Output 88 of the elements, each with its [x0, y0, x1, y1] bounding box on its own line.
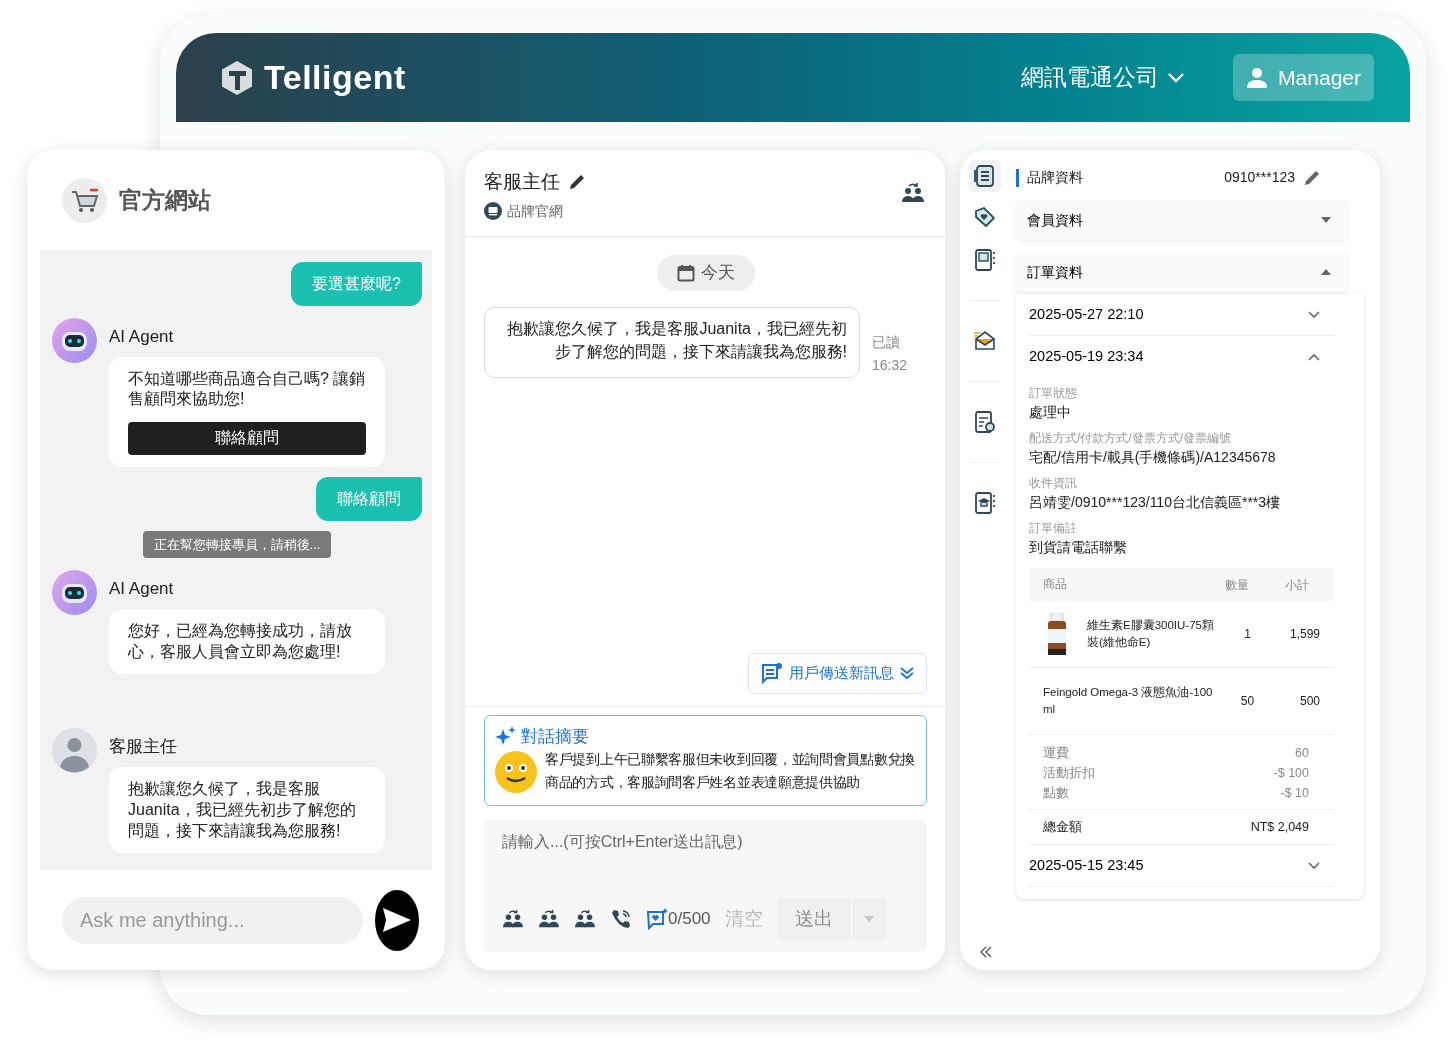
chevron-down-icon[interactable] — [1167, 71, 1186, 84]
heart-tag-icon — [973, 206, 997, 230]
accordion-header[interactable]: 會員資料 — [1016, 200, 1349, 240]
caret-down-icon — [864, 916, 875, 922]
date-label: 今天 — [700, 262, 735, 284]
settings-document-icon — [973, 410, 997, 434]
quantity: 1 — [1243, 626, 1252, 643]
bottle-drawing — [1047, 613, 1067, 655]
double-chevron-down-icon — [900, 666, 914, 681]
transfer-icon[interactable] — [502, 909, 524, 929]
channel-name: 品牌官網 — [507, 201, 563, 221]
collapse-icon[interactable] — [980, 946, 992, 958]
sender-name: AI Agent — [109, 578, 175, 601]
order-row[interactable]: 2025-05-15 23:45 — [1029, 845, 1334, 887]
message-list-icon — [761, 662, 783, 685]
read-status: 已讀 — [872, 332, 901, 352]
column-header: 小計 — [1284, 576, 1309, 594]
message-text: 抱歉讓您久候了，我是客服Juanita，我已經先初步了解您的問題，接下來請讓我為您服務! — [128, 779, 357, 841]
fee-label: 活動折扣 — [1043, 765, 1095, 782]
message-input[interactable]: Ask me anything... — [62, 896, 363, 944]
logo-text: Telligent — [264, 57, 406, 98]
widget-title: 官方網站 — [119, 185, 211, 215]
envelope-icon — [973, 329, 997, 353]
pencil-icon[interactable] — [1303, 168, 1321, 187]
accordion-header[interactable]: 訂單資料 — [1016, 252, 1349, 292]
shopping-cart-icon — [62, 177, 107, 223]
sidebar-tab[interactable] — [969, 160, 1001, 192]
field-label: 收件資訊 — [1029, 475, 1078, 492]
transfer-icon[interactable] — [538, 909, 560, 929]
message-text: 您好，已經為您轉接成功，請放心，客服人員會立即為您處理! — [128, 620, 353, 662]
section-title: 品牌資料 — [1027, 168, 1083, 187]
product-name: 維生素E膠囊300IU-75顆裝(維他命E) — [1087, 617, 1215, 650]
transfer-agent-icon[interactable] — [901, 182, 925, 204]
field-label: 訂單備註 — [1029, 520, 1078, 537]
document-list-icon — [973, 164, 997, 188]
fee-label: 點數 — [1043, 785, 1069, 802]
send-icon — [381, 906, 413, 934]
user-icon — [1246, 66, 1269, 89]
sender-name: 客服主任 — [109, 736, 178, 759]
field-value: 到貨請電話聯繫 — [1029, 538, 1128, 557]
character-count: 0/500 — [668, 908, 711, 931]
company-name[interactable]: 網訊電通公司 — [1021, 60, 1160, 95]
send-button[interactable] — [375, 889, 419, 951]
monitor-icon — [484, 202, 502, 220]
total-label: 總金額 — [1043, 818, 1082, 836]
chat-book-icon — [973, 248, 997, 272]
order-row[interactable]: 2025-05-27 22:10 — [1029, 294, 1334, 336]
subtotal: 1,599 — [1288, 626, 1320, 643]
robot-avatar — [52, 570, 97, 616]
field-value: 宅配/信用卡/載具(手機條碼)/A12345678 — [1029, 448, 1277, 467]
reply-input[interactable]: 請輸入...(可按Ctrl+Enter送出訊息) — [502, 830, 909, 854]
sender-name: AI Agent — [109, 326, 175, 348]
fee-value: -$ 10 — [1280, 785, 1309, 802]
field-value: 呂靖雯/0910***123/110台北信義區***3樓 — [1029, 493, 1282, 512]
calendar-icon — [676, 263, 695, 282]
phone-icon[interactable] — [610, 908, 632, 930]
field-label: 配送方式/付款方式/發票方式/發票編號 — [1029, 430, 1232, 447]
new-message-button[interactable]: 用戶傳送新訊息 — [748, 653, 927, 694]
field-label: 訂單狀態 — [1029, 385, 1078, 402]
column-header: 數量 — [1223, 576, 1250, 594]
field-value: 處理中 — [1029, 403, 1072, 422]
graduation-book-icon — [973, 491, 997, 515]
pencil-icon[interactable] — [568, 173, 586, 192]
agent-message: 抱歉讓您久候了，我是客服Juanita，我已經先初步了解您的問題，接下來請讓我為您服務! — [484, 306, 860, 379]
fee-value: 60 — [1295, 745, 1309, 762]
column-header: 商品 — [1043, 576, 1068, 592]
order-row[interactable]: 2025-05-19 23:34 — [1029, 336, 1334, 378]
quantity: 50 — [1239, 693, 1256, 710]
summary-title: 對話摘要 — [521, 725, 589, 748]
robot-avatar — [52, 318, 97, 363]
chat-bubble: 要選甚麼呢? — [291, 262, 422, 306]
heart-chat-icon[interactable] — [646, 908, 668, 930]
product-name: Feingold Omega-3 液態魚油-100 ml — [1043, 684, 1214, 717]
fee-value: -$ 100 — [1273, 765, 1309, 782]
person-avatar — [52, 728, 97, 774]
total-value: NT$ 2,049 — [1250, 818, 1309, 836]
conversation-title: 客服主任 — [484, 170, 560, 194]
fee-label: 運費 — [1043, 745, 1069, 762]
contact-button[interactable]: 聯絡顧問 — [128, 422, 366, 455]
chat-bubble: 聯絡顧問 — [316, 476, 422, 521]
message-time: 16:32 — [872, 356, 908, 376]
smiley-icon — [495, 751, 537, 794]
transfer-icon[interactable] — [574, 909, 596, 929]
message-text: 不知道哪些商品適合自己嗎? 讓銷售顧問來協助您! — [128, 368, 366, 410]
phone-number: 0910***123 — [1224, 168, 1295, 187]
status-notice: 正在幫您轉接專員，請稍後... — [142, 530, 332, 559]
summary-text: 客戶提到上午已聯繫客服但未收到回覆，並詢問會員點數兌換商品的方式，客服詢問客戶姓名並表達願意提供協助 — [545, 751, 916, 793]
subtotal: 500 — [1298, 693, 1320, 710]
